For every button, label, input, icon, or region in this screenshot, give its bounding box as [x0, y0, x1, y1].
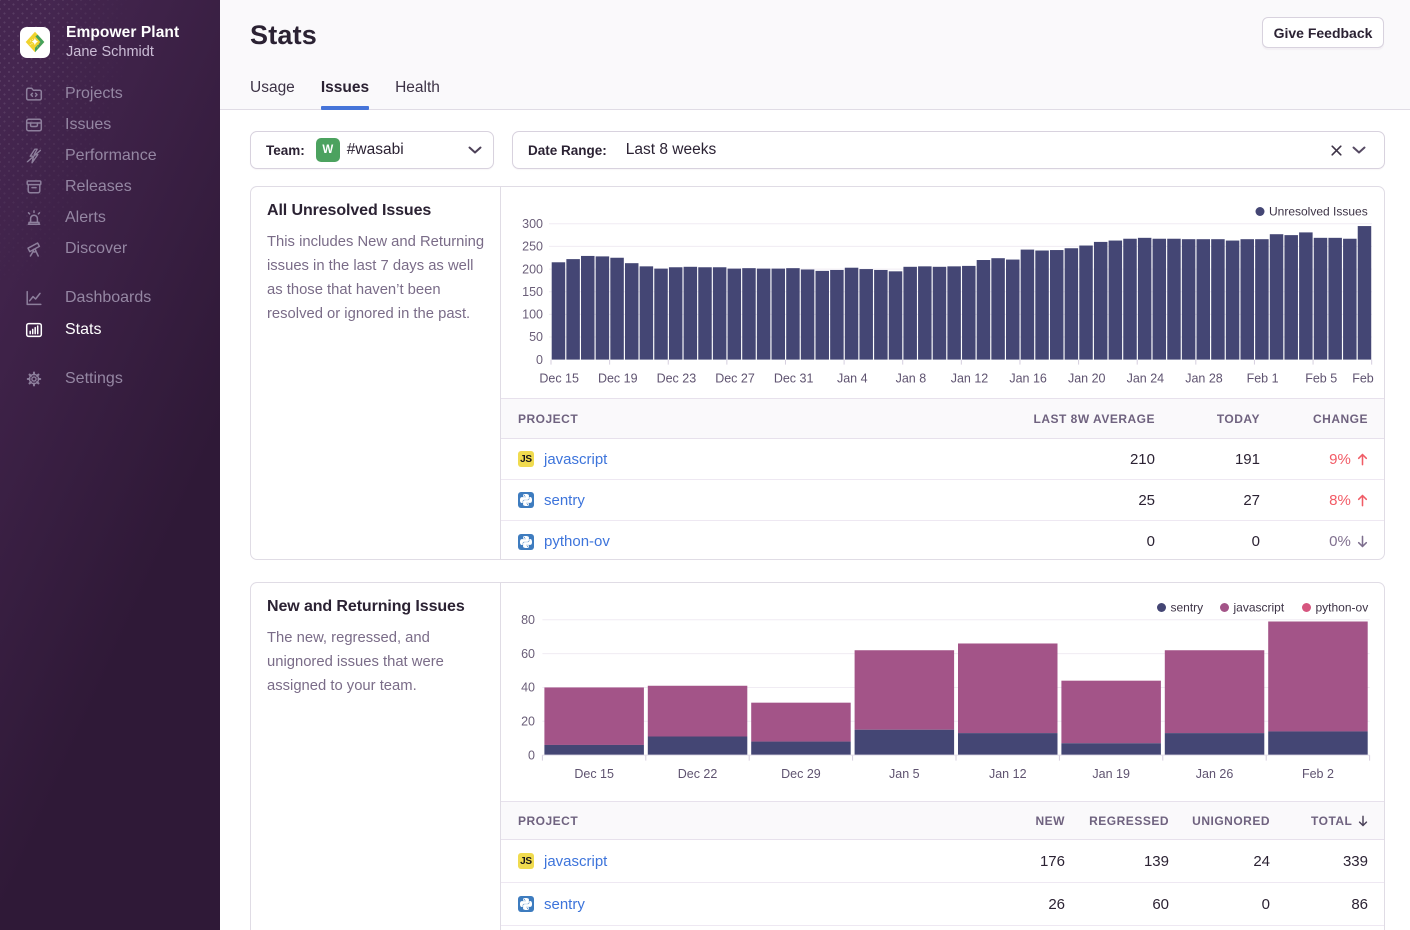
svg-text:Dec 27: Dec 27: [715, 372, 755, 386]
svg-text:200: 200: [522, 262, 543, 276]
svg-text:sentry: sentry: [1171, 601, 1204, 615]
svg-text:Dec 15: Dec 15: [539, 372, 579, 386]
svg-text:300: 300: [522, 217, 543, 231]
svg-text:60: 60: [521, 647, 535, 661]
svg-text:Feb 5: Feb 5: [1305, 372, 1337, 386]
svg-text:250: 250: [522, 240, 543, 254]
svg-text:80: 80: [521, 613, 535, 627]
svg-text:javascript: javascript: [1233, 601, 1285, 615]
svg-text:Dec 31: Dec 31: [774, 372, 814, 386]
svg-text:Jan 12: Jan 12: [989, 767, 1027, 781]
svg-text:Unresolved Issues: Unresolved Issues: [1269, 205, 1368, 219]
svg-text:Jan 19: Jan 19: [1092, 767, 1130, 781]
svg-text:Jan 16: Jan 16: [1009, 372, 1047, 386]
svg-text:Jan 28: Jan 28: [1185, 372, 1223, 386]
svg-text:0: 0: [528, 748, 535, 762]
svg-text:python-ov: python-ov: [1316, 601, 1369, 615]
svg-text:Dec 22: Dec 22: [678, 767, 718, 781]
svg-text:Jan 4: Jan 4: [837, 372, 868, 386]
svg-text:Jan 20: Jan 20: [1068, 372, 1106, 386]
svg-text:Dec 23: Dec 23: [657, 372, 697, 386]
svg-text:40: 40: [521, 681, 535, 695]
svg-text:Dec 29: Dec 29: [781, 767, 821, 781]
svg-text:Feb 1: Feb 1: [1247, 372, 1279, 386]
svg-text:Jan 5: Jan 5: [889, 767, 920, 781]
svg-text:Jan 8: Jan 8: [896, 372, 927, 386]
svg-text:50: 50: [529, 330, 543, 344]
svg-text:150: 150: [522, 285, 543, 299]
svg-text:0: 0: [536, 353, 543, 367]
svg-text:Feb: Feb: [1352, 372, 1374, 386]
svg-text:Dec 19: Dec 19: [598, 372, 638, 386]
svg-text:Jan 12: Jan 12: [951, 372, 989, 386]
svg-text:100: 100: [522, 308, 543, 322]
svg-text:20: 20: [521, 714, 535, 728]
svg-text:Jan 24: Jan 24: [1127, 372, 1165, 386]
svg-text:Jan 26: Jan 26: [1196, 767, 1234, 781]
svg-text:Dec 15: Dec 15: [574, 767, 614, 781]
svg-text:Feb 2: Feb 2: [1302, 767, 1334, 781]
